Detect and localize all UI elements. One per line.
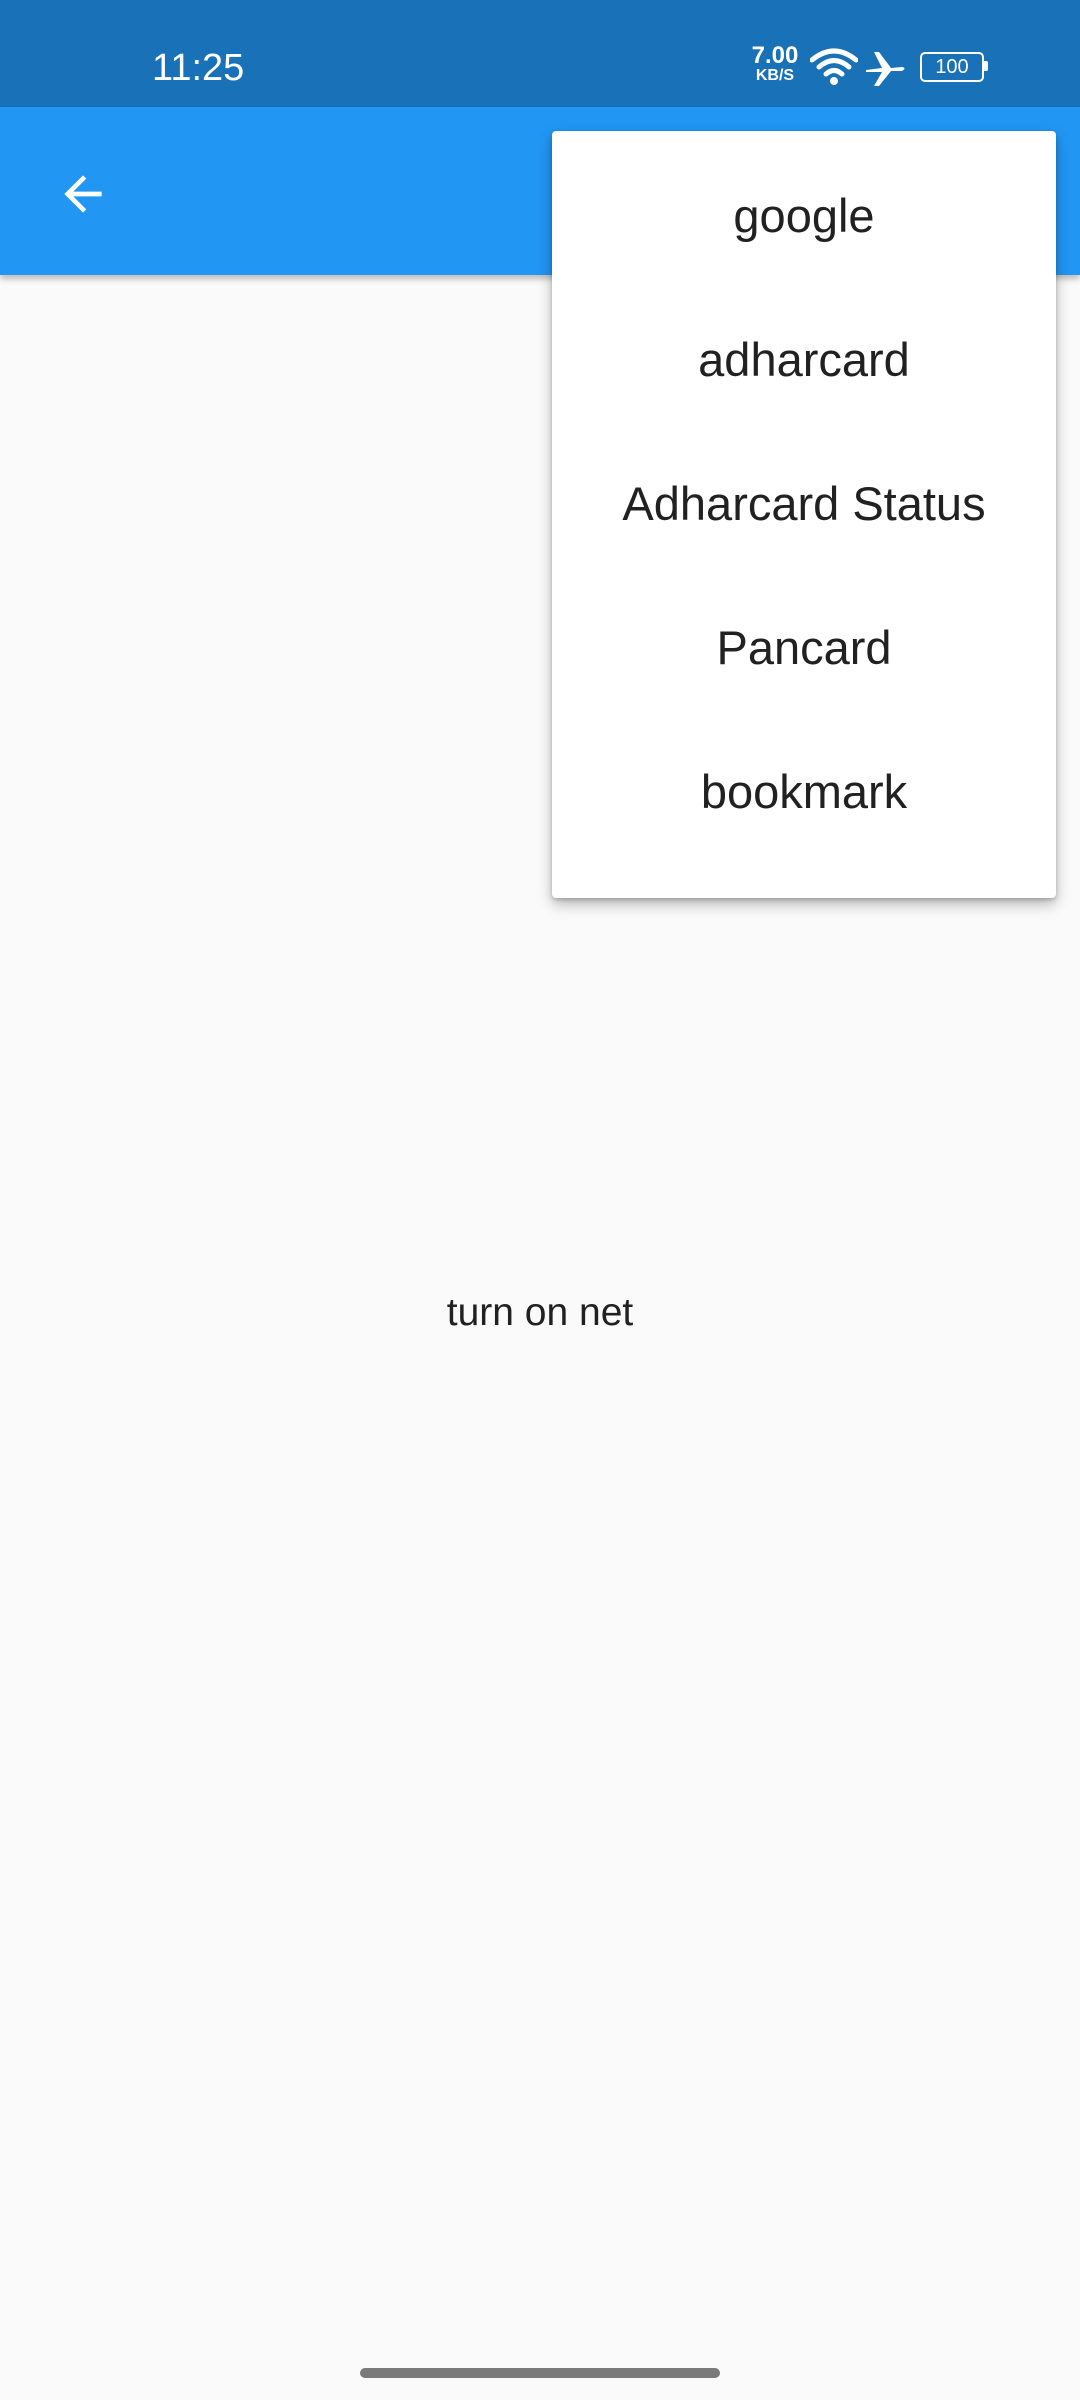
menu-item-adharcard-status[interactable]: Adharcard Status bbox=[552, 431, 1056, 575]
battery-icon: 100 bbox=[920, 52, 988, 82]
home-indicator[interactable] bbox=[360, 2368, 720, 2378]
network-speed-value: 7.00 bbox=[751, 42, 799, 69]
battery-level: 100 bbox=[920, 52, 984, 82]
menu-item-pancard[interactable]: Pancard bbox=[552, 575, 1056, 719]
overflow-menu: google adharcard Adharcard Status Pancar… bbox=[552, 131, 1056, 898]
battery-tip bbox=[984, 61, 988, 71]
status-time: 11:25 bbox=[152, 47, 245, 89]
wifi-icon bbox=[810, 48, 858, 85]
arrow-left-icon bbox=[64, 175, 102, 213]
menu-item-google[interactable]: google bbox=[552, 143, 1056, 287]
menu-item-adharcard[interactable]: adharcard bbox=[552, 287, 1056, 431]
network-speed: 7.00 KB/S bbox=[748, 44, 802, 84]
airplane-mode-icon bbox=[866, 52, 905, 86]
back-button[interactable] bbox=[40, 151, 126, 237]
network-speed-unit: KB/S bbox=[755, 67, 795, 84]
no-connection-message: turn on net bbox=[446, 1291, 634, 1334]
status-bar: 11:25 7.00 KB/S 100 bbox=[0, 0, 1080, 107]
menu-item-bookmark[interactable]: bookmark bbox=[552, 719, 1056, 863]
